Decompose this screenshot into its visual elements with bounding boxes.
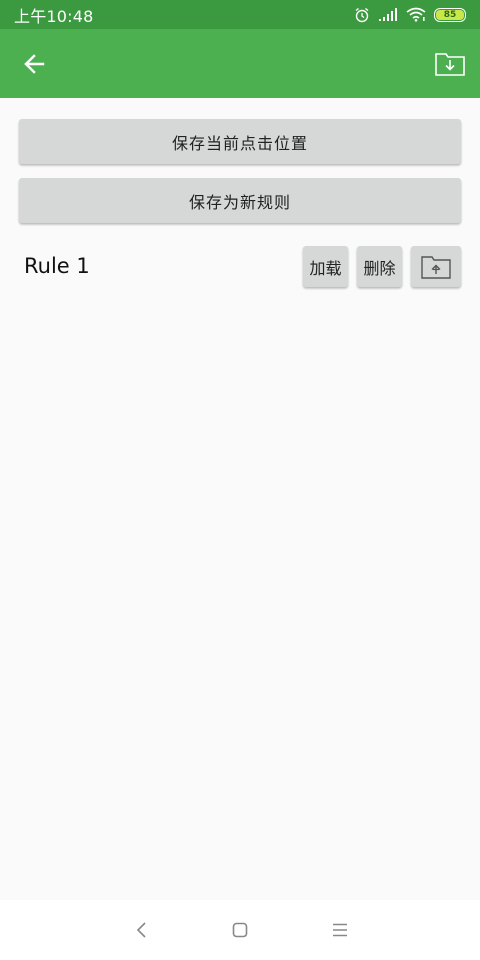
app-bar xyxy=(0,29,480,98)
save-click-position-button[interactable]: 保存当前点击位置 xyxy=(19,119,461,164)
load-rule-label: 加载 xyxy=(309,258,342,278)
nav-home-button[interactable] xyxy=(228,918,252,942)
alarm-icon xyxy=(354,7,370,23)
rule-row: Rule 1 加载 删除 xyxy=(0,244,480,290)
folder-download-icon xyxy=(435,53,465,76)
signal-icon xyxy=(378,7,398,22)
navigation-bar xyxy=(0,900,480,960)
nav-back-button[interactable] xyxy=(130,918,154,942)
status-icons: 85 xyxy=(354,0,466,29)
screen: 上午10:48 85 保存当前点击位置 保存为新规则 Rule 1 加载 删除 xyxy=(0,0,480,960)
rule-name: Rule 1 xyxy=(24,254,90,278)
battery-level: 85 xyxy=(436,9,464,20)
nav-home-icon xyxy=(232,922,248,938)
delete-rule-button[interactable]: 删除 xyxy=(357,246,402,287)
status-bar: 上午10:48 85 xyxy=(0,0,480,29)
save-new-rule-label: 保存为新规则 xyxy=(188,192,291,212)
status-time: 上午10:48 xyxy=(14,6,94,26)
import-button[interactable] xyxy=(432,47,468,81)
back-button[interactable] xyxy=(14,47,54,81)
delete-rule-label: 删除 xyxy=(363,258,396,278)
save-new-rule-button[interactable]: 保存为新规则 xyxy=(19,178,461,223)
battery-icon: 85 xyxy=(434,7,466,22)
save-click-position-label: 保存当前点击位置 xyxy=(171,133,308,153)
folder-upload-icon xyxy=(421,255,451,279)
arrow-left-icon xyxy=(24,54,45,74)
nav-menu-icon xyxy=(333,923,347,937)
wifi-icon xyxy=(406,7,426,22)
export-rule-button[interactable] xyxy=(411,246,461,287)
load-rule-button[interactable]: 加载 xyxy=(303,246,348,287)
nav-menu-button[interactable] xyxy=(328,918,352,942)
nav-back-icon xyxy=(136,922,146,938)
